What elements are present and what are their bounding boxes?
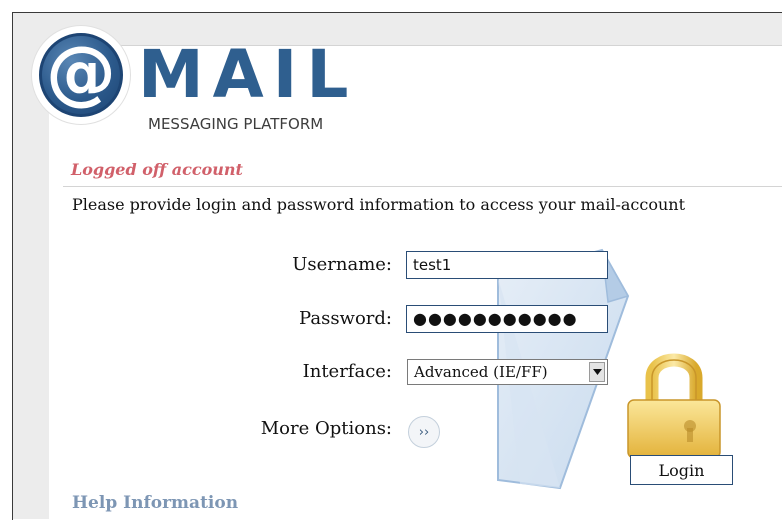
interface-select[interactable]: Advanced (IE/FF)	[407, 359, 608, 385]
chevron-right-icon: ››	[418, 424, 430, 440]
divider	[63, 186, 782, 187]
password-input[interactable]: ●●●●●●●●●●●	[406, 305, 608, 333]
interface-selected-value: Advanced (IE/FF)	[414, 363, 548, 381]
left-bar	[13, 45, 49, 519]
status-title: Logged off account	[71, 160, 243, 179]
username-label: Username:	[292, 254, 392, 275]
top-bar	[13, 13, 782, 46]
more-options-label: More Options:	[260, 418, 392, 439]
more-options-button[interactable]: ››	[408, 416, 440, 448]
login-button[interactable]: Login	[630, 455, 733, 485]
help-information-heading: Help Information	[72, 493, 239, 513]
username-input[interactable]: test1	[406, 251, 608, 279]
padlock-icon	[627, 353, 721, 459]
dropdown-arrow-icon[interactable]	[589, 362, 605, 382]
interface-label: Interface:	[302, 361, 392, 382]
instructions-text: Please provide login and password inform…	[72, 195, 685, 214]
at-logo-icon: @	[39, 33, 123, 117]
logo-subtitle: MESSAGING PLATFORM	[148, 115, 324, 133]
password-label: Password:	[299, 308, 392, 329]
logo-title: MAIL	[138, 36, 358, 113]
at-symbol: @	[46, 31, 116, 113]
